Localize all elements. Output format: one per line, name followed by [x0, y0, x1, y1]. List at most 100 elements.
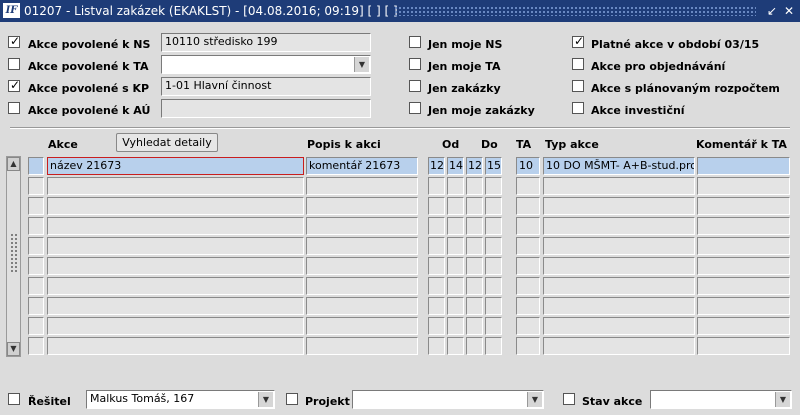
grid-cell-komentar[interactable]	[697, 317, 790, 335]
grid-cell-do1[interactable]	[466, 277, 483, 295]
grid-cell-komentar[interactable]	[697, 197, 790, 215]
grid-cell-ta[interactable]	[516, 297, 540, 315]
resitel-select[interactable]: Malkus Tomáš, 167 ▼	[86, 390, 275, 409]
grid-cell-do1[interactable]	[466, 177, 483, 195]
grid-cell-do2[interactable]	[485, 317, 502, 335]
grid-cell-do1[interactable]	[466, 317, 483, 335]
resitel-checkbox[interactable]	[8, 393, 20, 405]
chevron-down-icon[interactable]: ▼	[527, 392, 542, 407]
grid-cell-popis[interactable]	[306, 237, 418, 255]
row-selector[interactable]	[28, 277, 44, 295]
grid-cell-typ[interactable]	[543, 297, 695, 315]
grid-cell-typ[interactable]	[543, 257, 695, 275]
close-icon[interactable]: ✕	[781, 3, 797, 19]
row-selector[interactable]	[28, 157, 44, 175]
projekt-checkbox[interactable]	[286, 393, 298, 405]
stav-select[interactable]: ▼	[650, 390, 792, 409]
grid-cell-ta[interactable]	[516, 317, 540, 335]
grid-cell-do2[interactable]	[485, 197, 502, 215]
grid-cell-komentar[interactable]	[697, 337, 790, 355]
grid-cell-od1[interactable]	[428, 297, 445, 315]
row-selector[interactable]	[28, 317, 44, 335]
grid-cell-do1[interactable]	[466, 237, 483, 255]
grid-cell-do2[interactable]	[485, 237, 502, 255]
grid-cell-do1[interactable]	[466, 337, 483, 355]
filter-checkbox[interactable]	[409, 80, 421, 92]
grid-cell-popis[interactable]	[306, 197, 418, 215]
grid-cell-od2[interactable]	[447, 257, 464, 275]
grid-cell-popis[interactable]	[306, 217, 418, 235]
grid-cell-komentar[interactable]	[697, 237, 790, 255]
chevron-down-icon[interactable]: ▼	[775, 392, 790, 407]
stav-checkbox[interactable]	[563, 393, 575, 405]
grid-cell-do2[interactable]	[485, 217, 502, 235]
grid-cell-ta[interactable]	[516, 217, 540, 235]
grid-cell-do2[interactable]: 15	[485, 157, 502, 175]
grid-cell-typ[interactable]	[543, 317, 695, 335]
projekt-select[interactable]: ▼	[352, 390, 544, 409]
grid-cell-ta[interactable]	[516, 177, 540, 195]
grid-cell-od2[interactable]	[447, 177, 464, 195]
grid-cell-do2[interactable]	[485, 277, 502, 295]
grid-scrollbar[interactable]: ▲ ▼	[6, 156, 21, 357]
grid-cell-ta[interactable]	[516, 237, 540, 255]
grid-cell-od1[interactable]	[428, 237, 445, 255]
filter-field[interactable]	[161, 99, 371, 118]
filter-field[interactable]: 10110 středisko 199	[161, 33, 371, 52]
grid-cell-ta[interactable]	[516, 277, 540, 295]
grid-cell-do2[interactable]	[485, 257, 502, 275]
row-selector[interactable]	[28, 177, 44, 195]
row-selector[interactable]	[28, 297, 44, 315]
grid-cell-komentar[interactable]	[697, 217, 790, 235]
grid-cell-do1[interactable]: 12	[466, 157, 483, 175]
filter-checkbox[interactable]	[572, 58, 584, 70]
grid-cell-popis[interactable]	[306, 177, 418, 195]
grid-cell-od2[interactable]	[447, 297, 464, 315]
filter-checkbox[interactable]: ✓	[8, 34, 20, 48]
grid-cell-od2[interactable]	[447, 337, 464, 355]
grid-cell-typ[interactable]	[543, 277, 695, 295]
grid-cell-ta[interactable]: 10	[516, 157, 540, 175]
filter-checkbox[interactable]	[8, 58, 20, 70]
search-details-button[interactable]: Vyhledat detaily	[116, 133, 218, 152]
filter-checkbox[interactable]	[572, 102, 584, 114]
grid-cell-od1[interactable]	[428, 217, 445, 235]
row-selector[interactable]	[28, 197, 44, 215]
grid-cell-popis[interactable]	[306, 297, 418, 315]
filter-checkbox[interactable]	[409, 36, 421, 48]
grid-cell-do1[interactable]	[466, 297, 483, 315]
grid-cell-do2[interactable]	[485, 297, 502, 315]
grid-cell-popis[interactable]	[306, 317, 418, 335]
grid-cell-akce[interactable]	[47, 177, 304, 195]
filter-checkbox[interactable]	[8, 102, 20, 114]
grid-cell-ta[interactable]	[516, 257, 540, 275]
grid-cell-od2[interactable]	[447, 317, 464, 335]
row-selector[interactable]	[28, 257, 44, 275]
row-selector[interactable]	[28, 237, 44, 255]
grid-cell-akce[interactable]	[47, 217, 304, 235]
grid-cell-od1[interactable]: 12	[428, 157, 445, 175]
scroll-grip[interactable]	[10, 233, 18, 273]
grid-cell-od2[interactable]	[447, 217, 464, 235]
restore-icon[interactable]: ↙	[764, 3, 780, 19]
grid-cell-ta[interactable]	[516, 197, 540, 215]
grid-cell-typ[interactable]	[543, 177, 695, 195]
filter-checkbox[interactable]	[409, 102, 421, 114]
grid-cell-typ[interactable]	[543, 217, 695, 235]
grid-cell-do2[interactable]	[485, 177, 502, 195]
grid-cell-popis[interactable]	[306, 337, 418, 355]
chevron-down-icon[interactable]: ▼	[258, 392, 273, 407]
grid-cell-akce[interactable]: název 21673	[47, 157, 304, 175]
grid-cell-akce[interactable]	[47, 197, 304, 215]
filter-checkbox[interactable]	[409, 58, 421, 70]
grid-cell-do1[interactable]	[466, 197, 483, 215]
scroll-up-icon[interactable]: ▲	[7, 157, 20, 171]
grid-cell-akce[interactable]	[47, 277, 304, 295]
grid-cell-akce[interactable]	[47, 237, 304, 255]
grid-cell-od1[interactable]	[428, 177, 445, 195]
filter-field[interactable]: ▼	[161, 55, 371, 74]
grid-cell-od1[interactable]	[428, 257, 445, 275]
filter-field[interactable]: 1-01 Hlavní činnost	[161, 77, 371, 96]
grid-cell-akce[interactable]	[47, 257, 304, 275]
grid-cell-komentar[interactable]	[697, 257, 790, 275]
